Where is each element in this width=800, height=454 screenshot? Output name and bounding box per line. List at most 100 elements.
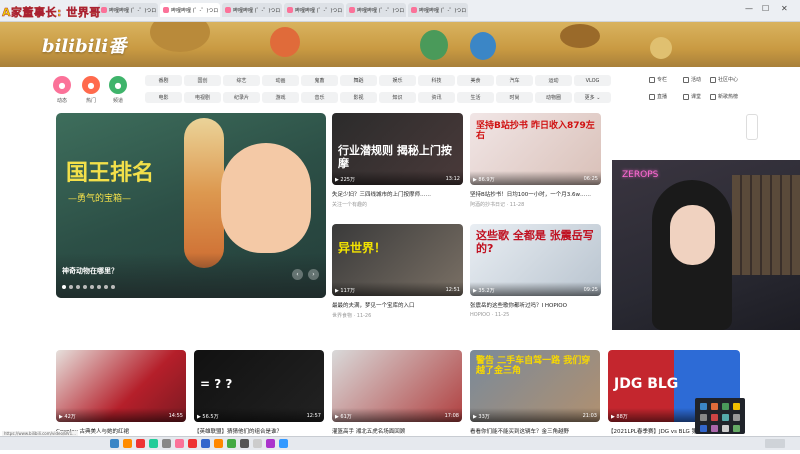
nav-chip[interactable]: 番剧 [145, 75, 182, 86]
carousel-dot[interactable] [69, 285, 73, 289]
taskbar-app-icon[interactable] [279, 439, 288, 448]
taskbar-app-icon[interactable] [253, 439, 262, 448]
taskbar-app-icon[interactable] [162, 439, 171, 448]
taskbar-app-icon[interactable] [266, 439, 275, 448]
nav-chip[interactable]: 鬼畜 [301, 75, 338, 86]
video-title[interactable]: 最最的夫满，梦见一个宝库的入口 [332, 301, 463, 309]
taskbar-app-icon[interactable] [110, 439, 119, 448]
tray-app-icon[interactable] [733, 425, 740, 432]
carousel-prev-icon[interactable]: ‹ [292, 269, 303, 280]
video-thumbnail[interactable]: 坚持B站抄书 昨日收入879左右 ▶ 86.9万 06:25 [470, 113, 601, 185]
taskbar-app-icon[interactable] [175, 439, 184, 448]
nav-chip[interactable]: 音乐 [301, 92, 338, 103]
browser-tab[interactable]: 哔哩哔哩 (゜-゜)つロ [284, 3, 344, 17]
taskbar-clock[interactable] [765, 439, 785, 448]
nav-chip[interactable]: 动物圈 [535, 92, 572, 103]
maximize-icon[interactable]: ☐ [762, 4, 769, 13]
video-uploader[interactable]: 关注一个有趣的 [332, 201, 367, 208]
hero-caption[interactable]: 神奇动物在哪里？ [62, 266, 118, 276]
taskbar-app-icon[interactable] [240, 439, 249, 448]
tray-app-icon[interactable] [733, 403, 740, 410]
tv-icon[interactable]: ● [53, 76, 71, 94]
taskbar-app-icon[interactable] [227, 439, 236, 448]
video-card[interactable]: 这些歌 全都是 张震岳写的? ▶ 35.2万 09:25 张震岳的这些歌你都听过吗？I… [470, 224, 601, 328]
video-uploader[interactable]: 世界食物 · 11-26 [332, 312, 371, 319]
video-uploader[interactable]: 阿酒的抄书日记 · 11-28 [470, 201, 524, 208]
nav-link-community[interactable]: 社区中心 [710, 76, 738, 83]
nav-chip[interactable]: 动画 [262, 75, 299, 86]
tray-app-icon[interactable] [733, 414, 740, 421]
taskbar-app-icon[interactable] [214, 439, 223, 448]
minimize-icon[interactable]: — [745, 4, 753, 13]
video-card[interactable]: 异世界！ ▶ 117万 12:51 最最的夫满，梦见一个宝库的入口 世界食物 · 11-… [332, 224, 463, 328]
nav-chip[interactable]: 知识 [379, 92, 416, 103]
nav-chip[interactable]: VLOG [574, 75, 611, 86]
video-card[interactable]: 坚持B站抄书 昨日收入879左右 ▶ 86.9万 06:25 坚持B站抄书！日均100… [470, 113, 601, 217]
carousel-dot[interactable] [62, 285, 66, 289]
nav-chip[interactable]: 电影 [145, 92, 182, 103]
video-thumbnail[interactable]: ▶ 61万 17:08 [332, 350, 462, 422]
nav-chip[interactable]: 生活 [457, 92, 494, 103]
carousel-dot[interactable] [104, 285, 108, 289]
nav-chip[interactable]: 电视剧 [184, 92, 221, 103]
browser-tab[interactable]: 哔哩哔哩 (゜-゜)つロ [346, 3, 406, 17]
video-thumbnail[interactable]: 异世界！ ▶ 117万 12:51 [332, 224, 463, 296]
video-uploader[interactable]: HOPIOO · 11-25 [470, 312, 509, 318]
browser-tab[interactable]: 哔哩哔哩 (゜-゜)つロ [408, 3, 468, 17]
nav-chip[interactable]: 资讯 [418, 92, 455, 103]
browser-tab[interactable]: 哔哩哔哩 (゜-゜)つロ [98, 3, 158, 17]
tray-app-icon[interactable] [711, 403, 718, 410]
taskbar-app-icon[interactable] [149, 439, 158, 448]
nav-chip[interactable]: 美食 [457, 75, 494, 86]
close-icon[interactable]: ✕ [781, 4, 788, 13]
video-card[interactable]: 行业潜规则 揭秘上门按摩 ▶ 225万 13:12 失足少妇？三四线城市的上门按摩师…… [332, 113, 463, 217]
nav-link-event[interactable]: 活动 [683, 76, 701, 83]
tray-app-icon[interactable] [700, 414, 707, 421]
carousel-dot[interactable] [90, 285, 94, 289]
tray-app-icon[interactable] [711, 414, 718, 421]
carousel-dot[interactable] [76, 285, 80, 289]
video-title[interactable]: 【英雄联盟】猜猜他们的组合是谁？ [194, 427, 324, 435]
tray-app-icon[interactable] [700, 403, 707, 410]
tray-app-icon[interactable] [722, 414, 729, 421]
browser-tab[interactable]: 哔哩哔哩 (゜-゜)つロ [222, 3, 282, 17]
fire-icon[interactable]: ● [82, 76, 100, 94]
tray-app-icon[interactable] [722, 425, 729, 432]
video-title[interactable]: 灌篮高手 湘北五虎名场面回顾 [332, 427, 462, 435]
carousel-dot[interactable] [97, 285, 101, 289]
taskbar-app-icon[interactable] [136, 439, 145, 448]
video-title[interactable]: 失足少妇？三四线城市的上门按摩师…… [332, 190, 463, 198]
video-thumbnail[interactable]: = ? ? ▶ 56.5万 12:57 [194, 350, 324, 422]
bilibili-logo[interactable]: bilibili番 [42, 32, 126, 58]
video-title[interactable]: 看看你们能不能买到这辆车？金三角越野 [470, 427, 600, 435]
tray-app-icon[interactable] [711, 425, 718, 432]
video-title[interactable]: 坚持B站抄书！日均100一小时，一个月3.6w…… [470, 190, 601, 198]
nav-link-class[interactable]: 课堂 [683, 93, 701, 100]
video-thumbnail[interactable]: 行业潜规则 揭秘上门按摩 ▶ 225万 13:12 [332, 113, 463, 185]
nav-chip[interactable]: 运动 [535, 75, 572, 86]
nav-link-column[interactable]: 专栏 [649, 76, 667, 83]
taskbar-app-icon[interactable] [188, 439, 197, 448]
nav-chip[interactable]: 综艺 [223, 75, 260, 86]
nav-chip[interactable]: 更多 ⌄ [574, 92, 611, 103]
taskbar-app-icon[interactable] [123, 439, 132, 448]
carousel-next-icon[interactable]: › [308, 269, 319, 280]
hero-carousel[interactable]: 国王排名 —勇气的宝箱— 神奇动物在哪里？ ‹ › [56, 113, 326, 298]
nav-link-music[interactable]: 新歌热榜 [710, 93, 738, 100]
carousel-dot[interactable] [83, 285, 87, 289]
video-thumbnail[interactable]: 这些歌 全都是 张震岳写的? ▶ 35.2万 09:25 [470, 224, 601, 296]
browser-tab-active[interactable]: 哔哩哔哩 (゜-゜)つロ [160, 3, 220, 17]
nav-chip[interactable]: 时尚 [496, 92, 533, 103]
taskbar-app-icon[interactable] [201, 439, 210, 448]
video-title[interactable]: 张震岳的这些歌你都听过吗？I HOPIOO [470, 301, 601, 309]
nav-chip[interactable]: 影视 [340, 92, 377, 103]
nav-chip[interactable]: 汽车 [496, 75, 533, 86]
video-thumbnail[interactable]: ▶ 42万 14:55 [56, 350, 186, 422]
side-float-bar[interactable] [746, 114, 758, 140]
tray-app-icon[interactable] [700, 425, 707, 432]
nav-chip[interactable]: 舞蹈 [340, 75, 377, 86]
grid-icon[interactable]: ● [109, 76, 127, 94]
nav-chip[interactable]: 国创 [184, 75, 221, 86]
nav-chip[interactable]: 科技 [418, 75, 455, 86]
carousel-dot[interactable] [111, 285, 115, 289]
